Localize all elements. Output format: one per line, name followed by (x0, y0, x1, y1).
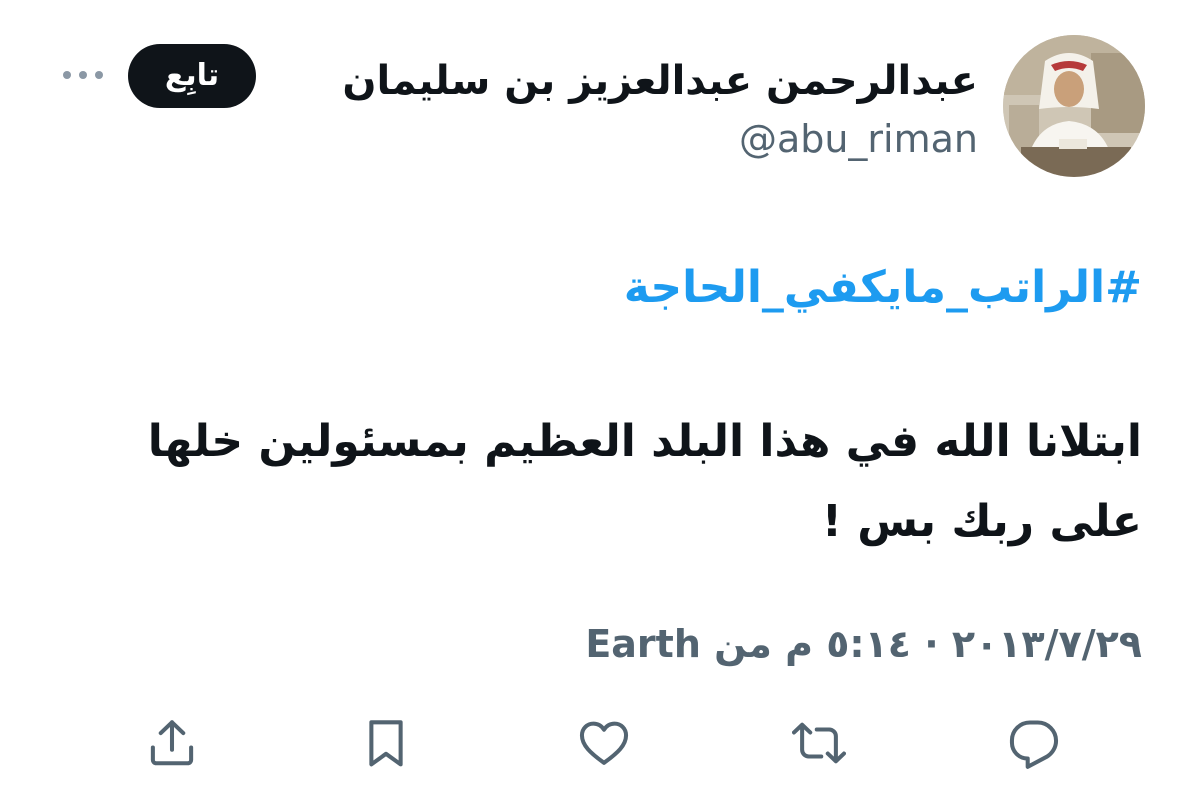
tweet-source[interactable]: Earth (585, 622, 701, 666)
author-display-name[interactable]: عبدالرحمن عبدالعزيز بن سليمان (342, 50, 978, 112)
meta-separator: · (924, 622, 939, 666)
tweet-date: ٢٠١٣/٧/٢٩ (951, 622, 1142, 666)
retweet-icon (792, 722, 846, 764)
more-options-button[interactable] (58, 60, 108, 90)
bookmark-icon (369, 720, 403, 767)
follow-button[interactable]: تابِع (128, 44, 256, 108)
like-button[interactable] (577, 716, 631, 770)
reply-icon (1009, 720, 1059, 769)
reply-button[interactable] (1007, 716, 1061, 770)
retweet-button[interactable] (792, 716, 846, 770)
tweet-meta: ٢٠١٣/٧/٢٩ · ٥:١٤ م من Earth (585, 614, 1142, 674)
tweet-text: ابتلانا الله في هذا البلد العظيم بمسئولي… (147, 416, 1142, 547)
avatar-photo (1003, 35, 1145, 177)
author-handle[interactable]: @abu_riman (739, 112, 978, 166)
avatar[interactable] (1003, 35, 1145, 177)
share-icon (150, 720, 194, 766)
heart-icon (579, 721, 629, 765)
bookmark-button[interactable] (359, 716, 413, 770)
hashtag-link[interactable]: #الراتب_مايكفي_الحاجة (624, 256, 1142, 320)
share-button[interactable] (145, 716, 199, 770)
tweet-time: ٥:١٤ م (785, 622, 911, 666)
source-prefix: من (714, 622, 772, 666)
more-dots-icon (63, 71, 103, 79)
